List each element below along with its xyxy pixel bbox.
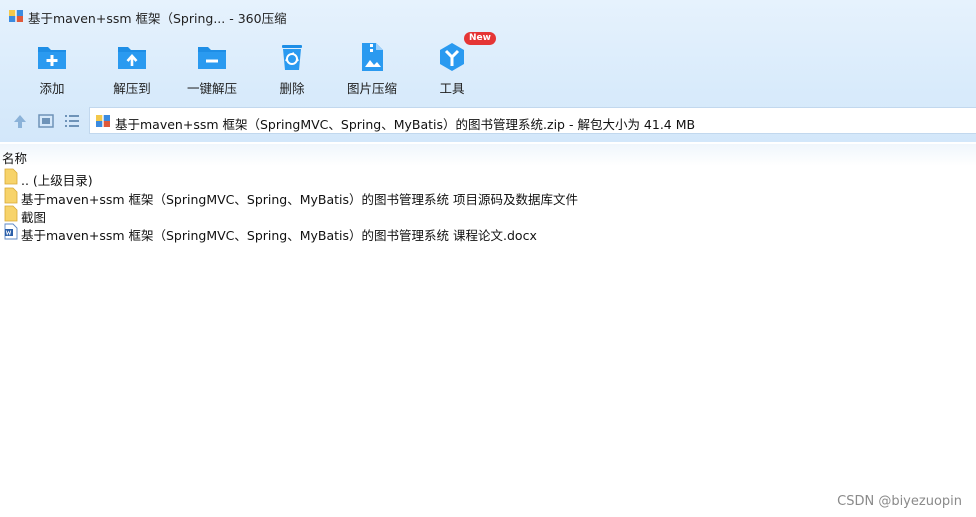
add-button[interactable]: 添加 bbox=[12, 36, 92, 98]
archive-icon bbox=[9, 10, 23, 22]
image-compress-button-label: 图片压缩 bbox=[346, 81, 397, 96]
word-doc-icon bbox=[4, 223, 18, 240]
list-item[interactable]: .. (上级目录) bbox=[0, 168, 700, 188]
extract-to-button[interactable]: 解压到 bbox=[92, 36, 172, 98]
navigation-bar: 基于maven+ssm 框架（SpringMVC、Spring、MyBatis）… bbox=[0, 106, 976, 136]
file-name: 基于maven+ssm 框架（SpringMVC、Spring、MyBatis）… bbox=[21, 228, 537, 243]
tools-button-label: 工具 bbox=[439, 81, 465, 96]
thumbnail-view-icon[interactable] bbox=[37, 112, 55, 130]
image-compress-button[interactable]: 图片压缩 bbox=[332, 36, 412, 98]
list-item[interactable]: 截图 bbox=[0, 205, 700, 225]
list-item[interactable]: 基于maven+ssm 框架（SpringMVC、Spring、MyBatis）… bbox=[0, 223, 700, 243]
extract-to-button-label: 解压到 bbox=[113, 81, 151, 96]
one-click-extract-button-label: 一键解压 bbox=[186, 81, 237, 96]
new-badge: New bbox=[464, 32, 496, 45]
extract-to-icon bbox=[118, 47, 146, 69]
title-bar: 基于maven+ssm 框架（Spring... - 360压缩 bbox=[0, 0, 976, 32]
one-click-extract-icon bbox=[198, 47, 226, 69]
delete-button[interactable]: 删除 bbox=[252, 36, 332, 98]
list-header: 名称 bbox=[0, 144, 976, 166]
toolbar: 添加 解压到 一键解压 删除 图片压缩 New 工具 bbox=[0, 32, 976, 98]
list-view-icon[interactable] bbox=[63, 112, 81, 130]
add-button-label: 添加 bbox=[39, 81, 65, 96]
column-header-name[interactable]: 名称 bbox=[2, 148, 27, 167]
tools-button[interactable]: New 工具 bbox=[412, 32, 496, 98]
recycle-bin-icon bbox=[282, 45, 302, 70]
image-compress-icon bbox=[362, 43, 383, 71]
window-title: 基于maven+ssm 框架（Spring... - 360压缩 bbox=[28, 11, 287, 26]
folder-icon bbox=[4, 187, 18, 204]
tools-icon bbox=[440, 43, 464, 71]
archive-icon bbox=[96, 115, 110, 127]
folder-icon bbox=[4, 168, 18, 185]
path-bar[interactable]: 基于maven+ssm 框架（SpringMVC、Spring、MyBatis）… bbox=[89, 107, 976, 134]
add-folder-icon bbox=[38, 47, 66, 69]
list-item[interactable]: 基于maven+ssm 框架（SpringMVC、Spring、MyBatis）… bbox=[0, 187, 700, 207]
archive-path-text: 基于maven+ssm 框架（SpringMVC、Spring、MyBatis）… bbox=[115, 117, 696, 132]
folder-icon bbox=[4, 205, 18, 222]
one-click-extract-button[interactable]: 一键解压 bbox=[172, 36, 252, 98]
watermark: CSDN @biyezuopin bbox=[837, 494, 962, 509]
up-arrow-icon[interactable] bbox=[11, 112, 29, 130]
delete-button-label: 删除 bbox=[279, 81, 305, 96]
top-chrome: 基于maven+ssm 框架（Spring... - 360压缩 添加 解压到 bbox=[0, 0, 976, 142]
